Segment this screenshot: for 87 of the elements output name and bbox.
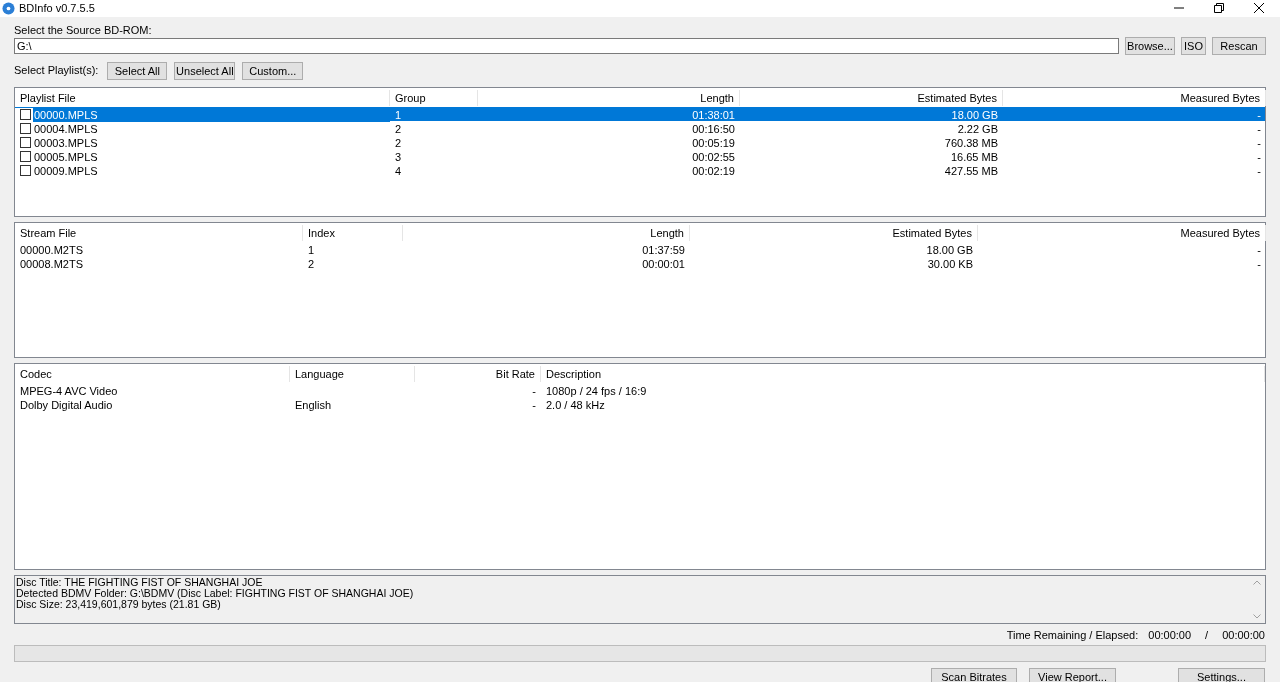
table-cell: MPEG-4 AVC Video — [20, 384, 118, 397]
table-cell: 760.38 MB — [944, 136, 998, 149]
button[interactable]: Settings... — [1178, 667, 1265, 682]
source-path-field[interactable]: G:\ — [14, 37, 1119, 54]
table-cell: 00:00:01 — [642, 257, 685, 270]
column-header[interactable]: Length — [650, 226, 684, 239]
table-cell: 427.55 MB — [944, 164, 998, 177]
table-cell: 00:02:55 — [692, 150, 735, 163]
table-cell: 18.00 GB — [926, 243, 973, 256]
table-cell: - — [1257, 164, 1261, 177]
table-cell: 30.00 KB — [927, 257, 973, 270]
table-cell: 2 — [395, 136, 402, 149]
table-cell-text: 00005.MPLS — [33, 149, 99, 165]
column-header[interactable]: Length — [700, 91, 734, 104]
table-cell: 00:02:19 — [692, 164, 735, 177]
table-cell: English — [295, 398, 332, 411]
table-cell: 00000.M2TS — [20, 243, 83, 256]
table-cell: - — [1257, 108, 1261, 121]
info-line: Disc Title: THE FIGHTING FIST OF SHANGHAI JOE — [16, 576, 264, 588]
button[interactable]: ISO — [1181, 36, 1206, 55]
button[interactable]: Scan Bitrates — [931, 667, 1017, 682]
checkbox[interactable] — [20, 123, 31, 135]
table-cell: - — [1257, 257, 1261, 270]
table-cell: 4 — [395, 164, 402, 177]
table-cell: 1080p / 24 fps / 16:9 — [546, 384, 647, 397]
table-cell: 00008.M2TS — [20, 257, 83, 270]
table-cell: - — [1257, 243, 1261, 256]
table-cell: - — [1257, 122, 1261, 135]
table-cell: - — [532, 384, 536, 397]
playlist-label: Select Playlist(s): — [14, 63, 99, 79]
button[interactable]: View Report... — [1029, 667, 1116, 682]
playlist-row[interactable]: 00009.MPLS 4 00:02:19 427.55 MB - — [15, 162, 1265, 177]
playlist-row[interactable]: 00003.MPLS 2 00:05:19 760.38 MB - — [15, 134, 1265, 149]
column-header[interactable]: Measured Bytes — [1180, 91, 1260, 104]
checkbox[interactable] — [20, 137, 31, 149]
button[interactable]: Rescan — [1212, 36, 1266, 55]
column-header[interactable]: Bit Rate — [495, 367, 535, 380]
column-header[interactable]: Language — [295, 367, 344, 380]
column-header[interactable]: Description — [546, 367, 602, 380]
table-cell: - — [532, 398, 536, 411]
playlist-row[interactable]: 00000.MPLS 1 01:38:01 18.00 GB - — [15, 106, 1265, 121]
column-header[interactable]: Codec — [20, 367, 52, 380]
table-cell: 1 — [308, 243, 315, 256]
table-cell-text: 00009.MPLS — [33, 163, 99, 179]
playlist-row[interactable]: 00005.MPLS 3 00:02:55 16.65 MB - — [15, 148, 1265, 163]
info-line: Disc Size: 23,419,601,879 bytes (21.81 GB) — [16, 598, 222, 610]
button[interactable]: Unselect All — [174, 61, 236, 80]
table-cell: 2.22 GB — [957, 122, 998, 135]
table-cell: 2 — [308, 257, 315, 270]
table-cell: 01:37:59 — [642, 243, 685, 256]
column-header[interactable]: Measured Bytes — [1180, 226, 1260, 239]
time-elapsed: 00:00:00 — [1222, 628, 1265, 644]
column-header[interactable]: Estimated Bytes — [892, 226, 972, 239]
column-header[interactable]: Estimated Bytes — [917, 91, 997, 104]
table-cell: 16.65 MB — [950, 150, 998, 163]
table-cell: 00:16:50 — [692, 122, 735, 135]
table-cell: - — [1257, 150, 1261, 163]
column-header[interactable]: Index — [308, 226, 335, 239]
playlist-row[interactable]: 00004.MPLS 2 00:16:50 2.22 GB - — [15, 120, 1265, 135]
table-cell: 1 — [395, 108, 402, 121]
button[interactable]: Select All — [107, 61, 168, 80]
table-cell: 3 — [395, 150, 402, 163]
table-cell: 01:38:01 — [692, 108, 735, 121]
time-label: Time Remaining / Elapsed: — [1006, 628, 1139, 644]
table-cell-text: 00004.MPLS — [33, 121, 99, 137]
column-header[interactable]: Playlist File — [20, 91, 76, 104]
table-cell: 18.00 GB — [951, 108, 998, 121]
window-title: BDInfo v0.7.5.5 — [19, 1, 95, 16]
table-cell: Dolby Digital Audio — [20, 398, 113, 411]
table-cell: 2.0 / 48 kHz — [546, 398, 605, 411]
checkbox[interactable] — [20, 109, 31, 121]
table-cell: 2 — [395, 122, 402, 135]
table-cell: - — [1257, 136, 1261, 149]
button[interactable]: Custom... — [242, 61, 304, 80]
table-cell-text: 00003.MPLS — [33, 135, 99, 151]
time-remaining: 00:00:00 — [1148, 628, 1192, 644]
restore-icon[interactable] — [1214, 3, 1224, 14]
close-icon[interactable] — [1254, 3, 1264, 14]
column-header[interactable]: Group — [395, 91, 426, 104]
time-separator: / — [1204, 628, 1210, 644]
checkbox[interactable] — [20, 151, 31, 163]
button[interactable]: Browse... — [1125, 36, 1175, 55]
table-cell: 00:05:19 — [692, 136, 735, 149]
column-header[interactable]: Stream File — [20, 226, 77, 239]
checkbox[interactable] — [20, 165, 31, 177]
info-line: Detected BDMV Folder: G:\BDMV (Disc Label: FIGHTING FIST OF SHANGHAI JOE) — [16, 587, 415, 599]
source-label: Select the Source BD-ROM: — [14, 22, 153, 36]
